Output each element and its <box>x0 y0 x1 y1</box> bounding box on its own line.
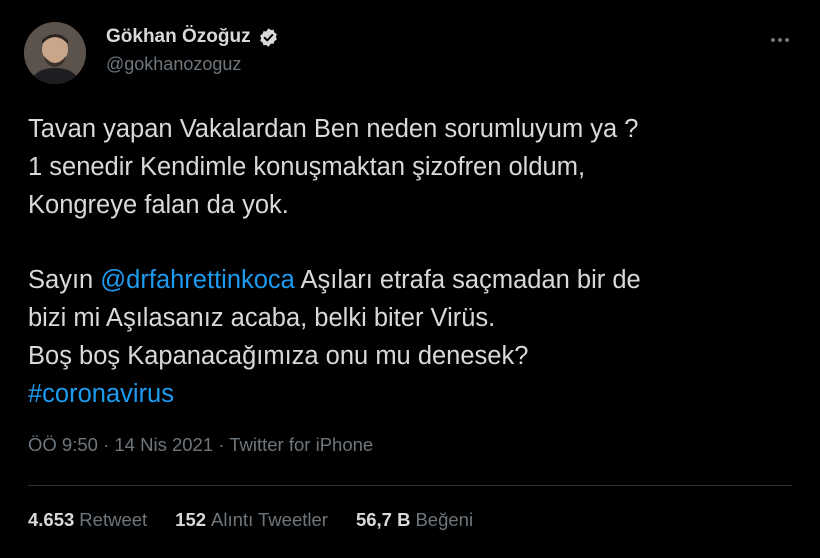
likes-stat[interactable]: 56,7 B Beğeni <box>356 509 473 531</box>
tweet-card: Gökhan Özoğuz @gokhanozoguz Tavan yapan … <box>0 0 820 558</box>
profile-photo-icon <box>24 22 86 84</box>
meta-separator: · <box>213 434 230 455</box>
tweet-time[interactable]: ÖÖ 9:50 <box>28 434 98 455</box>
tweet-date[interactable]: 14 Nis 2021 <box>114 434 213 455</box>
text-prefix: Sayın <box>28 266 101 294</box>
quote-tweets-stat[interactable]: 152 Alıntı Tweetler <box>175 509 328 531</box>
tweet-line: Boş boş Kapanacağımıza onu mu denesek? <box>28 342 529 370</box>
tweet-meta: ÖÖ 9:50 · 14 Nis 2021 · Twitter for iPho… <box>28 434 373 456</box>
retweets-count: 4.653 <box>28 509 75 530</box>
mention-link[interactable]: @drfahrettinkoca <box>100 266 295 294</box>
verified-badge-icon <box>258 27 279 48</box>
retweets-label: Retweet <box>79 509 148 530</box>
author-block: Gökhan Özoğuz @gokhanozoguz <box>106 24 279 75</box>
retweets-stat[interactable]: 4.653 Retweet <box>28 509 147 531</box>
tweet-line: Sayın @drfahrettinkoca Aşıları etrafa sa… <box>28 261 798 299</box>
likes-count: 56,7 B <box>355 509 411 530</box>
tweet-stats: 4.653 Retweet 152 Alıntı Tweetler 56,7 B Be… <box>28 509 501 531</box>
tweet-line: Kongreye falan da yok. <box>28 191 289 219</box>
display-name[interactable]: Gökhan Özoğuz <box>106 26 251 48</box>
tweet-line: bizi mi Aşılasanız acaba, belki biter Vi… <box>28 304 496 332</box>
hashtag-link[interactable]: #coronavirus <box>28 375 798 413</box>
tweet-line: Tavan yapan Vakalardan Ben neden sorumlu… <box>28 115 639 143</box>
tweet-source[interactable]: Twitter for iPhone <box>229 434 373 455</box>
divider <box>28 485 792 486</box>
tweet-line: 1 senedir Kendimle konuşmaktan şizofren … <box>28 153 586 181</box>
likes-label: Beğeni <box>415 509 474 530</box>
display-name-row: Gökhan Özoğuz <box>106 24 279 50</box>
more-options-icon[interactable] <box>768 28 792 52</box>
quotes-count: 152 <box>175 509 207 530</box>
tweet-text: Tavan yapan Vakalardan Ben neden sorumlu… <box>28 110 798 413</box>
text-suffix: Aşıları etrafa saçmadan bir de <box>294 266 641 294</box>
meta-separator: · <box>97 434 115 455</box>
handle[interactable]: @gokhanozoguz <box>106 54 279 75</box>
avatar[interactable] <box>24 22 86 84</box>
quotes-label: Alıntı Tweetler <box>211 509 328 530</box>
